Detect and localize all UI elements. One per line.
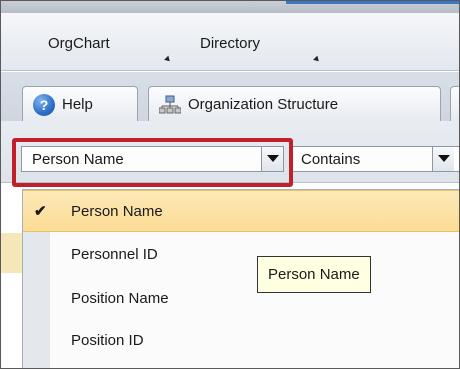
menu-directory-caret-icon[interactable]: [313, 55, 321, 64]
tab-help-label: Help: [62, 96, 93, 113]
annotation-highlight-box: [12, 138, 293, 187]
dropdown-option-position-id[interactable]: Position ID: [23, 320, 459, 362]
title-accent: [286, 1, 459, 4]
field-dropdown-list: ✔ Person Name Personnel ID Position Name…: [22, 189, 459, 368]
tab-organization-structure[interactable]: Organization Structure: [148, 86, 441, 122]
tab-overflow[interactable]: [450, 86, 459, 122]
menu-orgchart[interactable]: OrgChart: [48, 35, 110, 52]
title-strip: [1, 1, 459, 13]
operator-select-value: Contains: [301, 151, 361, 168]
background-panel: [1, 233, 22, 368]
dropdown-option-person-name[interactable]: ✔ Person Name: [23, 190, 459, 232]
tab-organization-structure-label: Organization Structure: [188, 96, 339, 113]
tab-bar: ? Help Organization Structure: [1, 72, 459, 122]
dropdown-option-label: Position ID: [71, 332, 144, 349]
app-window: OrgChart Directory ? Help Organization S…: [0, 0, 460, 369]
menu-orgchart-caret-icon[interactable]: [164, 55, 172, 64]
dropdown-option-label: Position Name: [71, 290, 169, 307]
dropdown-option-label: Person Name: [71, 203, 163, 220]
org-structure-icon: [159, 95, 181, 113]
dropdown-option-personnel-id[interactable]: Personnel ID: [23, 234, 459, 276]
help-icon: ?: [33, 93, 55, 116]
background-selected-row: [1, 233, 22, 273]
operator-select-dropdown-arrow-icon[interactable]: [432, 147, 454, 171]
checkmark-icon: ✔: [34, 203, 47, 220]
tooltip: Person Name: [257, 256, 371, 293]
menu-bar: OrgChart Directory: [1, 13, 459, 71]
menu-directory[interactable]: Directory: [200, 35, 260, 52]
operator-select[interactable]: Contains: [290, 146, 459, 172]
tab-help[interactable]: ? Help: [22, 86, 138, 122]
dropdown-option-label: Personnel ID: [71, 246, 158, 263]
dropdown-option-position-name[interactable]: Position Name: [23, 278, 459, 320]
